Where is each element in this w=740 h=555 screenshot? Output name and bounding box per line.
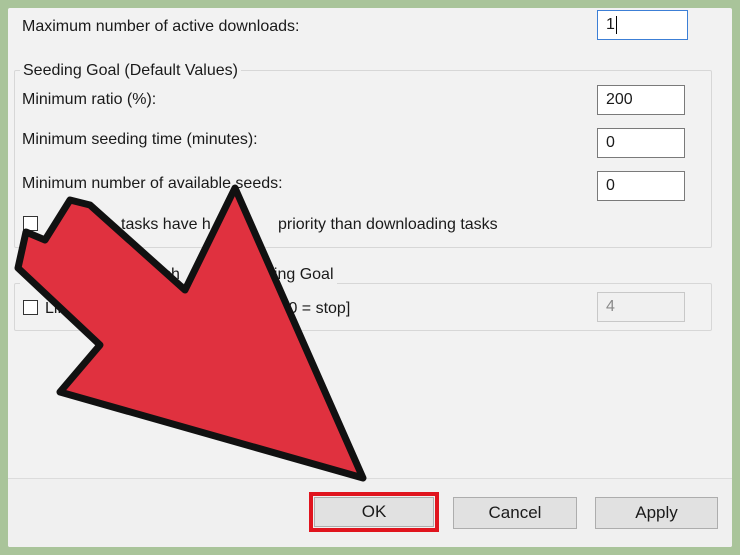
limit-label-suffix: [0 = stop]	[284, 300, 351, 317]
seeding-priority-label-tail: priority than downloading tasks	[278, 216, 498, 233]
cancel-button[interactable]: Cancel	[453, 497, 577, 529]
min-available-seeds-input[interactable]: 0	[597, 171, 685, 201]
when-reached-legend-prefix: When p	[20, 265, 82, 285]
max-active-downloads-input[interactable]: 1	[597, 10, 688, 40]
settings-dialog: Maximum number of active downloads: 1 Se…	[8, 8, 732, 547]
max-active-downloads-label: Maximum number of active downloads:	[22, 18, 300, 35]
text-cursor	[615, 15, 617, 34]
limit-checkbox[interactable]	[23, 300, 38, 315]
ok-button[interactable]: OK	[314, 497, 434, 527]
min-available-seeds-label: Minimum number of available seeds:	[22, 175, 283, 192]
when-reached-legend-middle: ch	[160, 265, 183, 285]
apply-button[interactable]: Apply	[595, 497, 718, 529]
min-ratio-label: Minimum ratio (%):	[22, 91, 157, 108]
max-active-downloads-value: 1	[606, 16, 615, 33]
limit-label-prefix: Limit th	[45, 300, 97, 317]
when-reached-legend-suffix: ding Goal	[262, 265, 337, 285]
seeding-goal-legend: Seeding Goal (Default Values)	[20, 61, 241, 81]
seeding-priority-checkbox[interactable]	[23, 216, 38, 231]
min-seeding-time-label: Minimum seeding time (minutes):	[22, 131, 258, 148]
limit-value-input[interactable]: 4	[597, 292, 685, 322]
min-ratio-input[interactable]: 200	[597, 85, 685, 115]
min-seeding-time-input[interactable]: 0	[597, 128, 685, 158]
seeding-priority-label-part: tasks have h	[121, 216, 211, 233]
